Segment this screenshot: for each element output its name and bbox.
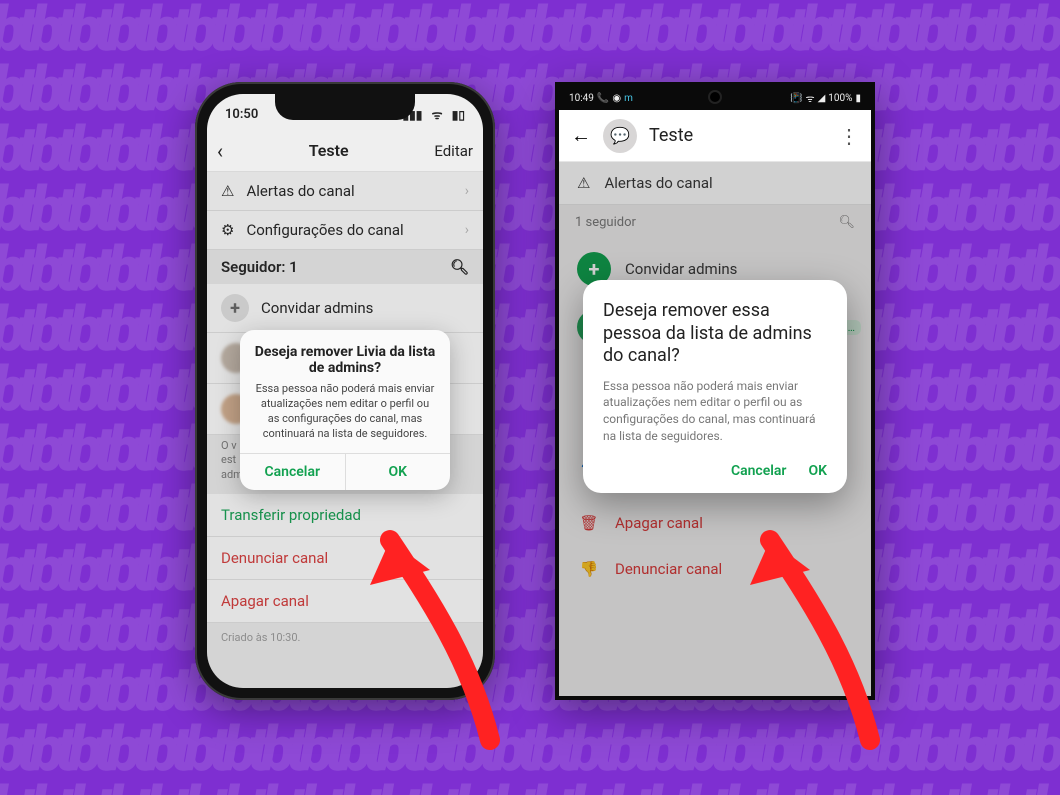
status-time: 10:50 (225, 107, 258, 122)
dialog-body: Essa pessoa não poderá mais enviar atual… (240, 382, 450, 453)
row-label: Configurações do canal (246, 221, 403, 239)
dialog-ok-button[interactable]: OK (346, 454, 451, 490)
created-at-footer: Criado às 10:30. (207, 623, 483, 652)
report-channel-row[interactable]: Denunciar canal (207, 537, 483, 580)
row-label: Convidar admins (261, 299, 373, 317)
watermark-pattern: tbtbtbtbtbtbtbtbtbtbtbtbtbtbtbtbtbtbtbtb… (0, 0, 1060, 795)
signal-icon: ◢ (818, 93, 826, 104)
android-screen: 10:49 📞 ◉ m 📳 ᯤ ◢ 100% ▮ ← 💬 Teste ⋮ ⚠︎ … (559, 86, 871, 696)
toolbar-title: Teste (649, 125, 693, 146)
back-button[interactable]: ‹ (217, 141, 223, 161)
row-channel-settings[interactable]: ⚙︎ Configurações do canal › (207, 211, 483, 250)
dialog-cancel-button[interactable]: Cancelar (240, 454, 346, 490)
followers-heading: Seguidor: 1 🔍︎ (207, 250, 483, 284)
wifi-icon: ᯤ (805, 91, 814, 105)
dialog-ok-button[interactable]: OK (808, 463, 827, 479)
remove-admin-dialog: Deseja remover Livia da lista de admins?… (240, 330, 450, 490)
iphone-screen: 10:50 ▮▮▮ ᯤ ▮▯ ‹ Teste Editar ⚠︎ Alertas… (207, 94, 483, 688)
settings-group: ⚠︎ Alertas do canal › ⚙︎ Configurações d… (207, 172, 483, 250)
iphone-notch (275, 94, 415, 120)
android-status-bar: 10:49 📞 ◉ m 📳 ᯤ ◢ 100% ▮ (559, 86, 871, 110)
app-icon: m (624, 93, 633, 104)
status-time: 10:49 (569, 93, 594, 104)
back-button[interactable]: ← (571, 123, 591, 148)
chevron-right-icon: › (465, 222, 469, 238)
warning-icon: ⚠︎ (221, 182, 234, 200)
row-label: Alertas do canal (246, 182, 354, 200)
dialog-cancel-button[interactable]: Cancelar (731, 463, 787, 479)
chevron-right-icon: › (465, 183, 469, 199)
android-toolbar: ← 💬 Teste ⋮ (559, 110, 871, 162)
plus-icon: + (221, 294, 249, 322)
edit-button[interactable]: Editar (434, 142, 473, 160)
phone-icon: 📞 (597, 93, 609, 104)
channel-avatar: 💬 (603, 119, 637, 153)
wifi-icon: ᯤ (432, 108, 443, 122)
followers-count: Seguidor: 1 (221, 258, 298, 276)
battery-text: 100% (828, 93, 852, 104)
whatsapp-icon: ◉ (612, 93, 621, 104)
dialog-body: Essa pessoa não poderá mais enviar atual… (603, 378, 827, 445)
gear-icon: ⚙︎ (221, 221, 234, 239)
battery-icon: ▮ (855, 93, 861, 104)
row-channel-alerts[interactable]: ⚠︎ Alertas do canal › (207, 172, 483, 211)
vibrate-icon: 📳 (790, 93, 802, 104)
android-frame: 10:49 📞 ◉ m 📳 ᯤ ◢ 100% ▮ ← 💬 Teste ⋮ ⚠︎ … (555, 82, 875, 700)
transfer-ownership-row[interactable]: Transferir propriedad (207, 494, 483, 537)
search-icon[interactable]: 🔍︎ (450, 258, 469, 276)
battery-icon: ▮▯ (452, 108, 465, 122)
more-menu-icon[interactable]: ⋮ (839, 124, 859, 148)
remove-admin-dialog: Deseja remover essa pessoa da lista de a… (583, 280, 847, 493)
ios-nav-bar: ‹ Teste Editar (207, 134, 483, 172)
dialog-title: Deseja remover essa pessoa da lista de a… (603, 300, 827, 368)
camera-hole (710, 92, 720, 102)
delete-channel-row[interactable]: Apagar canal (207, 580, 483, 623)
iphone-frame: 10:50 ▮▮▮ ᯤ ▮▯ ‹ Teste Editar ⚠︎ Alertas… (195, 82, 495, 700)
invite-admins-row[interactable]: + Convidar admins (207, 284, 483, 333)
dialog-title: Deseja remover Livia da lista de admins? (240, 330, 450, 382)
nav-title: Teste (309, 141, 349, 160)
